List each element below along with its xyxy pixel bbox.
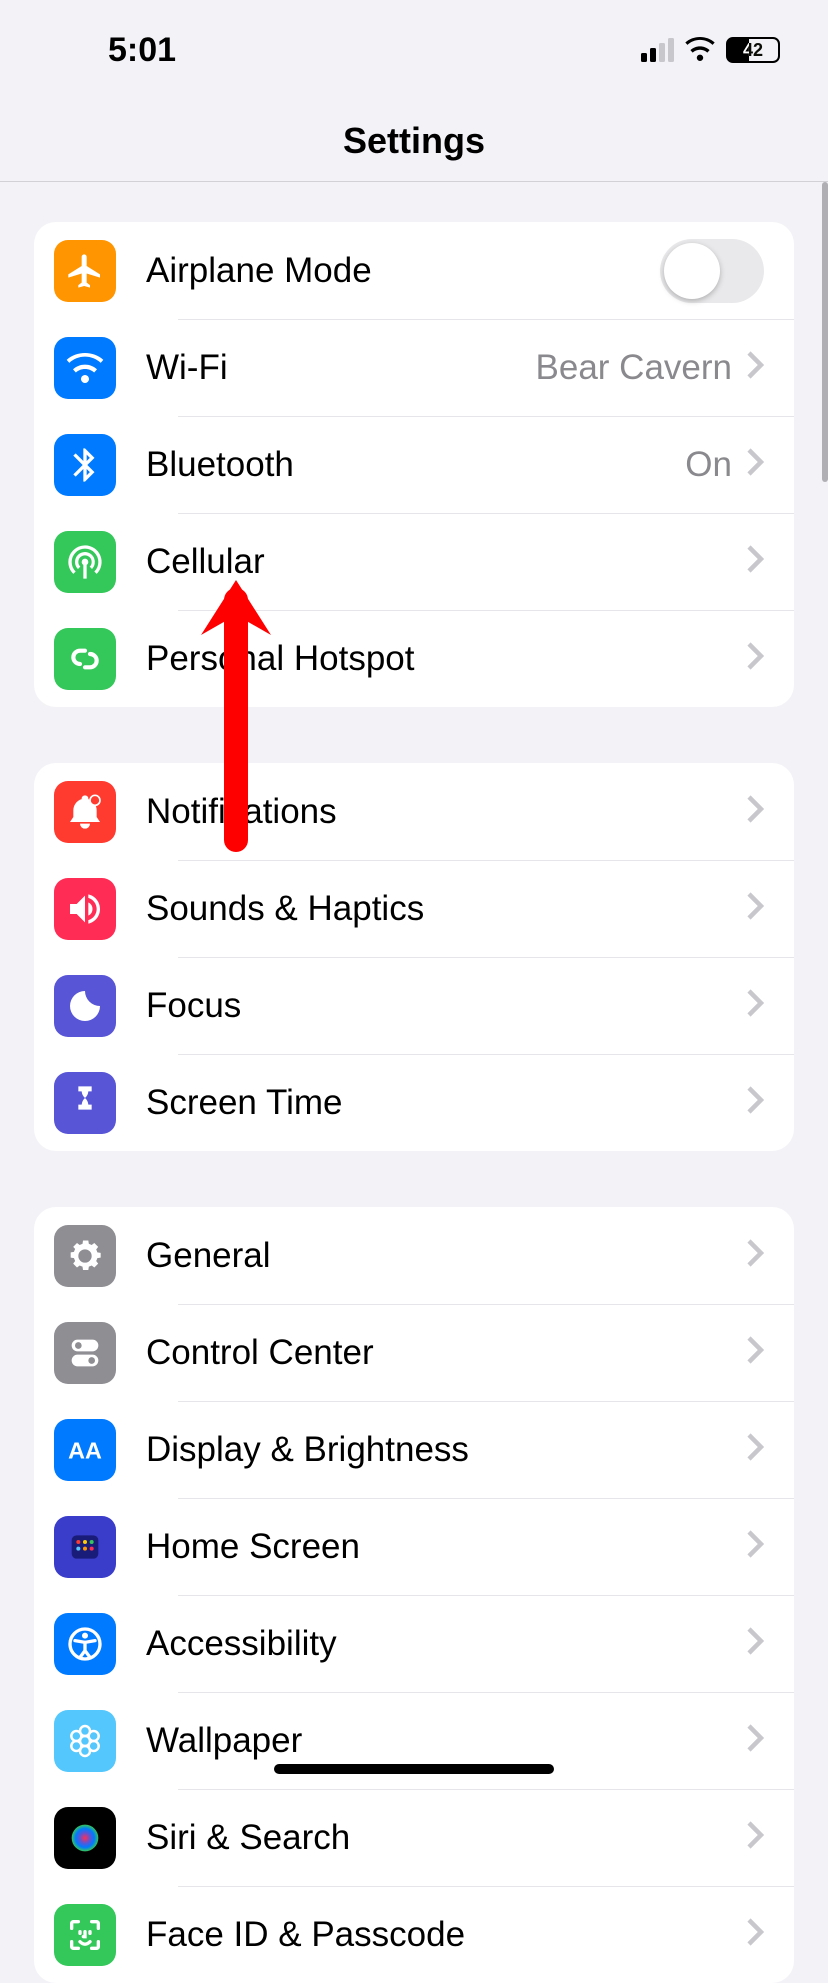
battery-level: 42 <box>743 40 763 61</box>
airplane-toggle[interactable] <box>660 239 764 303</box>
settings-group-system: General Control Center AA Display & Brig… <box>34 1207 794 1983</box>
wifi-status-icon <box>684 31 716 70</box>
accessibility-icon <box>54 1613 116 1675</box>
row-label: Face ID & Passcode <box>146 1915 746 1955</box>
chevron-right-icon <box>746 791 764 833</box>
home-indicator[interactable] <box>274 1764 554 1774</box>
row-face-id-passcode[interactable]: Face ID & Passcode <box>34 1886 794 1983</box>
control-center-icon <box>54 1322 116 1384</box>
row-label: Home Screen <box>146 1527 746 1567</box>
row-label: Accessibility <box>146 1624 746 1664</box>
wifi-value: Bear Cavern <box>536 348 732 388</box>
row-display-brightness[interactable]: AA Display & Brightness <box>34 1401 794 1498</box>
siri-icon <box>54 1807 116 1869</box>
chevron-right-icon <box>746 1235 764 1277</box>
row-label: Control Center <box>146 1333 746 1373</box>
display-icon: AA <box>54 1419 116 1481</box>
row-label: Wallpaper <box>146 1721 746 1761</box>
chevron-right-icon <box>746 1914 764 1956</box>
bluetooth-icon <box>54 434 116 496</box>
row-label: Display & Brightness <box>146 1430 746 1470</box>
sounds-icon <box>54 878 116 940</box>
status-time: 5:01 <box>108 31 176 70</box>
row-label: Siri & Search <box>146 1818 746 1858</box>
bluetooth-value: On <box>685 445 732 485</box>
row-focus[interactable]: Focus <box>34 957 794 1054</box>
chevron-right-icon <box>746 985 764 1027</box>
wallpaper-icon <box>54 1710 116 1772</box>
row-label: Bluetooth <box>146 445 685 485</box>
row-bluetooth[interactable]: Bluetooth On <box>34 416 794 513</box>
chevron-right-icon <box>746 1817 764 1859</box>
row-wifi[interactable]: Wi-Fi Bear Cavern <box>34 319 794 416</box>
battery-icon: 42 <box>726 37 780 63</box>
chevron-right-icon <box>746 1526 764 1568</box>
wifi-icon <box>54 337 116 399</box>
status-right: 42 <box>641 31 780 70</box>
cellular-signal-icon <box>641 38 674 62</box>
row-label: General <box>146 1236 746 1276</box>
row-label: Notifications <box>146 792 746 832</box>
chevron-right-icon <box>746 1720 764 1762</box>
airplane-icon <box>54 240 116 302</box>
homescreen-icon <box>54 1516 116 1578</box>
status-bar: 5:01 42 <box>0 0 828 100</box>
hotspot-icon <box>54 628 116 690</box>
row-cellular[interactable]: Cellular <box>34 513 794 610</box>
row-label: Cellular <box>146 542 746 582</box>
row-wallpaper[interactable]: Wallpaper <box>34 1692 794 1789</box>
chevron-right-icon <box>746 1082 764 1124</box>
chevron-right-icon <box>746 541 764 583</box>
row-label: Wi-Fi <box>146 348 536 388</box>
chevron-right-icon <box>746 1429 764 1471</box>
chevron-right-icon <box>746 1332 764 1374</box>
row-home-screen[interactable]: Home Screen <box>34 1498 794 1595</box>
row-personal-hotspot[interactable]: Personal Hotspot <box>34 610 794 707</box>
chevron-right-icon <box>746 347 764 389</box>
row-control-center[interactable]: Control Center <box>34 1304 794 1401</box>
row-accessibility[interactable]: Accessibility <box>34 1595 794 1692</box>
row-airplane-mode[interactable]: Airplane Mode <box>34 222 794 319</box>
page-title: Settings <box>0 100 828 182</box>
row-label: Sounds & Haptics <box>146 889 746 929</box>
row-label: Focus <box>146 986 746 1026</box>
row-sounds-haptics[interactable]: Sounds & Haptics <box>34 860 794 957</box>
row-notifications[interactable]: Notifications <box>34 763 794 860</box>
row-screen-time[interactable]: Screen Time <box>34 1054 794 1151</box>
settings-group-alerts: Notifications Sounds & Haptics Focus Scr… <box>34 763 794 1151</box>
row-label: Personal Hotspot <box>146 639 746 679</box>
chevron-right-icon <box>746 444 764 486</box>
row-label: Screen Time <box>146 1083 746 1123</box>
svg-text:AA: AA <box>68 1437 102 1463</box>
chevron-right-icon <box>746 888 764 930</box>
cellular-icon <box>54 531 116 593</box>
settings-group-connectivity: Airplane Mode Wi-Fi Bear Cavern Bluetoot… <box>34 222 794 707</box>
chevron-right-icon <box>746 638 764 680</box>
notifications-icon <box>54 781 116 843</box>
screentime-icon <box>54 1072 116 1134</box>
scrollbar[interactable] <box>822 182 828 482</box>
general-icon <box>54 1225 116 1287</box>
chevron-right-icon <box>746 1623 764 1665</box>
focus-icon <box>54 975 116 1037</box>
row-label: Airplane Mode <box>146 251 660 291</box>
row-siri-search[interactable]: Siri & Search <box>34 1789 794 1886</box>
faceid-icon <box>54 1904 116 1966</box>
row-general[interactable]: General <box>34 1207 794 1304</box>
